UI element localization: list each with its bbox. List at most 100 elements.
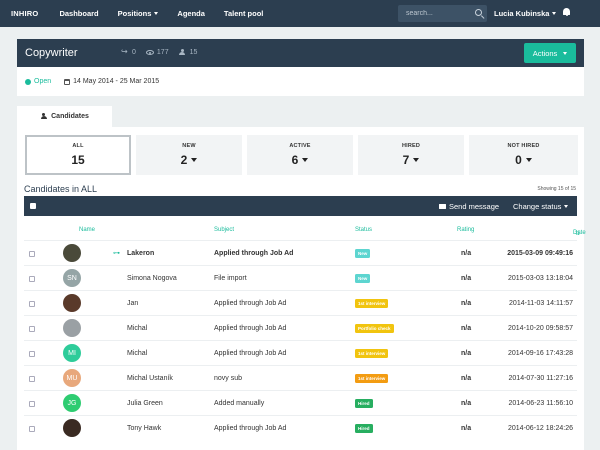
candidate-date: 2014-11-03 14:11:57 <box>509 300 573 307</box>
list-title: Candidates in ALL <box>24 184 98 194</box>
table-row[interactable]: Tony Hawk Applied through Job Ad Hired n/a 2… <box>24 415 577 440</box>
tab-candidates[interactable]: Candidates <box>17 106 112 127</box>
eye-icon <box>145 50 154 55</box>
table-row[interactable]: SN Simona Nogova File import New n/a 2015-03-… <box>24 265 577 290</box>
select-all-checkbox[interactable] <box>30 203 36 209</box>
column-subject[interactable]: Subject <box>214 227 234 233</box>
nav-agenda[interactable]: Agenda <box>177 9 205 18</box>
calendar-icon <box>64 78 71 85</box>
candidate-subject: Applied through Job Ad <box>214 425 287 432</box>
avatar[interactable]: MI <box>63 344 81 362</box>
avatar[interactable] <box>63 319 81 337</box>
list-toolbar: Send message Change status <box>24 196 577 216</box>
status-badge: 1st interview <box>355 299 389 308</box>
table-header: Name Subject Status Rating Date ⇅ <box>24 224 586 238</box>
row-checkbox[interactable] <box>29 326 35 332</box>
card-count-value: 2 <box>180 153 188 167</box>
table-row[interactable]: Jan Applied through Job Ad 1st interview n/… <box>24 290 577 315</box>
candidate-rating: n/a <box>461 250 472 257</box>
position-title: Copywriter <box>25 47 78 59</box>
send-message-button[interactable]: Send message <box>439 202 499 211</box>
avatar[interactable] <box>63 294 81 312</box>
avatar[interactable]: JG <box>63 394 81 412</box>
share-icon <box>121 47 129 56</box>
chevron-down-icon <box>525 158 532 162</box>
nav-talent-pool[interactable]: Talent pool <box>224 9 263 18</box>
row-checkbox[interactable] <box>29 376 35 382</box>
avatar[interactable]: SN <box>63 269 81 287</box>
column-status[interactable]: Status <box>355 227 372 233</box>
candidates-panel: ALL 15 NEW 2 ACTIVE 6 HIRED 7 NOT HIRED … <box>17 127 586 450</box>
column-name[interactable]: Name <box>79 227 95 233</box>
candidate-subject: Applied through Job Ad <box>214 250 294 257</box>
status-badge: Portfolio check <box>355 324 394 333</box>
search-icon[interactable] <box>475 9 482 16</box>
table-row[interactable]: MI Michal Applied through Job Ad 1st interv… <box>24 340 577 365</box>
candidate-name[interactable]: Michal <box>127 350 147 357</box>
row-checkbox[interactable] <box>29 276 35 282</box>
chevron-down-icon <box>552 12 557 15</box>
candidate-name[interactable]: Michal <box>127 325 147 332</box>
nav-positions[interactable]: Positions <box>118 9 159 18</box>
table-row[interactable]: MU Michal Ustaník novy sub 1st interview n/a… <box>24 365 577 390</box>
card-count: 2 <box>181 153 198 167</box>
chevron-down-icon <box>302 158 309 162</box>
views-stat: 177 <box>145 49 169 56</box>
user-menu[interactable]: Lucia Kubinska <box>494 9 557 18</box>
bell-icon[interactable] <box>563 8 570 16</box>
card-count-value: 6 <box>291 153 299 167</box>
table-row[interactable]: Michal Applied through Job Ad Portfolio ch… <box>24 315 577 340</box>
chevron-down-icon <box>154 12 159 15</box>
status-badge: Hired <box>355 424 373 433</box>
status-dot-icon <box>25 78 31 85</box>
candidate-name[interactable]: Julia Green <box>127 400 163 407</box>
row-checkbox[interactable] <box>29 251 35 257</box>
table-row[interactable]: JG Julia Green Added manually Hired n/a 2014-… <box>24 390 577 415</box>
avatar[interactable] <box>63 419 81 437</box>
card-label: NOT HIRED <box>507 143 540 149</box>
actions-button[interactable]: Actions <box>524 43 576 63</box>
candidate-date: 2014-06-12 18:24:26 <box>508 425 573 432</box>
candidate-date: 2015-03-09 09:49:16 <box>507 250 573 257</box>
status-badge: 1st interview <box>355 374 389 383</box>
candidate-subject: Applied through Job Ad <box>214 325 287 332</box>
chevron-down-icon <box>413 158 420 162</box>
candidate-name[interactable]: Jan <box>127 300 138 307</box>
candidate-rating: n/a <box>461 350 472 357</box>
brand-logo[interactable]: INHIRO <box>11 9 38 18</box>
candidate-rating: n/a <box>461 300 472 307</box>
send-message-label: Send message <box>449 202 500 211</box>
candidate-name[interactable]: Tony Hawk <box>127 425 161 432</box>
change-status-button[interactable]: Change status <box>513 202 569 211</box>
actions-label: Actions <box>532 48 558 58</box>
candidate-name[interactable]: Michal Ustaník <box>127 375 173 382</box>
card-count-value: 7 <box>402 153 410 167</box>
table-row[interactable]: ⊶ Lakeron Applied through Job Ad New n/a 2015… <box>24 240 577 265</box>
row-checkbox[interactable] <box>29 301 35 307</box>
candidate-name[interactable]: Lakeron <box>127 250 154 257</box>
card-not-hired[interactable]: NOT HIRED 0 <box>469 135 578 175</box>
candidate-name[interactable]: Simona Nogova <box>127 275 177 282</box>
position-status: Open <box>34 78 52 85</box>
avatar[interactable] <box>63 244 81 262</box>
card-hired[interactable]: HIRED 7 <box>358 135 464 175</box>
card-all[interactable]: ALL 15 <box>25 135 131 175</box>
candidate-subject: Applied through Job Ad <box>214 350 287 357</box>
avatar[interactable]: MU <box>63 369 81 387</box>
position-subheader: Open 14 May 2014 - 25 Mar 2015 <box>17 67 584 96</box>
candidate-subject: File import <box>214 275 247 282</box>
tab-candidates-label: Candidates <box>51 113 89 120</box>
row-checkbox[interactable] <box>29 351 35 357</box>
search-input[interactable] <box>398 10 472 17</box>
card-new[interactable]: NEW 2 <box>136 135 242 175</box>
status-badge: 1st interview <box>355 349 389 358</box>
card-active[interactable]: ACTIVE 6 <box>247 135 353 175</box>
row-checkbox[interactable] <box>29 426 35 432</box>
card-count-value: 0 <box>515 153 522 167</box>
status-badge: Hired <box>355 399 373 408</box>
candidate-date: 2015-03-03 13:18:04 <box>508 275 573 282</box>
column-rating[interactable]: Rating <box>457 227 474 233</box>
nav-dashboard[interactable]: Dashboard <box>59 9 98 18</box>
card-label: HIRED <box>401 143 421 149</box>
row-checkbox[interactable] <box>29 401 35 407</box>
